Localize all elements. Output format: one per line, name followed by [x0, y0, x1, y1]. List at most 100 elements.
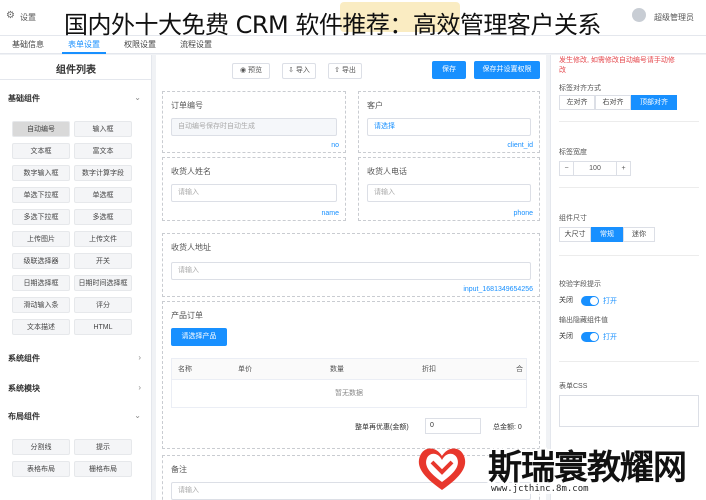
chevron-down-icon[interactable]: ⌄	[134, 93, 141, 102]
watermark-text: 斯瑞寰教耀网	[488, 448, 687, 488]
divider	[559, 361, 699, 362]
component-text-desc[interactable]: 文本描述	[12, 319, 70, 335]
top-bar: ⚙ 设置 国内外十大免费 CRM 软件推荐：高效管理客户关系 超级管理员	[0, 0, 706, 39]
customer-select[interactable]: 请选择	[367, 118, 531, 136]
eye-icon: ◉	[239, 67, 249, 74]
size-large-option[interactable]: 大尺寸	[559, 227, 591, 242]
minus-icon[interactable]: −	[560, 162, 574, 175]
component-auto-number[interactable]: 自动编号	[12, 121, 70, 137]
field-key: client_id	[507, 142, 533, 149]
save-and-permissions-button[interactable]: 保存并设置权限	[474, 61, 540, 79]
field-customer[interactable]: 客户 请选择 client_id	[358, 91, 540, 153]
tab-bar: 基础信息 表单设置 权限设置 流程设置	[0, 36, 706, 54]
component-rich-text[interactable]: 富文本	[74, 143, 132, 159]
preview-button[interactable]: ◉ 预览	[232, 63, 270, 79]
component-checkbox[interactable]: 多选框	[74, 209, 132, 225]
avatar[interactable]	[632, 8, 646, 22]
field-label: 收货人电话	[367, 167, 407, 176]
group-layout[interactable]: 布局组件	[8, 411, 40, 422]
chevron-down-icon[interactable]: ⌄	[134, 411, 141, 420]
user-menu-label[interactable]: 超级管理员	[654, 12, 694, 23]
group-modules[interactable]: 系统模块	[8, 383, 40, 394]
form-canvas: ◉ 预览 ⇩ 导入 ⇧ 导出 保存 保存并设置权限 订单编号 自动编号保存时自动…	[156, 55, 546, 500]
component-divider[interactable]: 分割线	[12, 439, 70, 455]
group-system[interactable]: 系统组件	[8, 353, 40, 364]
discount-input[interactable]: 0	[425, 418, 481, 434]
component-radio[interactable]: 单选框	[74, 187, 132, 203]
field-receiver-address[interactable]: 收货人地址 请输入 input_1681349654256	[162, 233, 540, 297]
export-button[interactable]: ⇧ 导出	[328, 63, 362, 79]
label-width-stepper[interactable]: − 100 +	[559, 161, 631, 176]
size-default-option[interactable]: 常规	[591, 227, 623, 242]
component-single-select[interactable]: 单选下拉框	[12, 187, 70, 203]
total-amount: 总金额: 0	[493, 424, 522, 431]
field-key: input_1681349654256	[463, 286, 533, 293]
field-label: 收货人地址	[171, 243, 211, 252]
receiver-phone-input[interactable]: 请输入	[367, 184, 531, 202]
divider	[559, 255, 699, 256]
field-order-number[interactable]: 订单编号 自动编号保存时自动生成 no	[162, 91, 346, 153]
component-html[interactable]: HTML	[74, 319, 132, 335]
form-css-textarea[interactable]	[559, 395, 699, 427]
import-button[interactable]: ⇩ 导入	[282, 63, 316, 79]
page-headline: 国内外十大免费 CRM 软件推荐：高效管理客户关系	[64, 11, 601, 39]
component-grid-layout[interactable]: 栅格布局	[74, 461, 132, 477]
column-header: 单价	[238, 366, 252, 373]
label-align-title: 标签对齐方式	[559, 85, 601, 92]
align-right-option[interactable]: 右对齐	[595, 95, 631, 110]
field-receiver-name[interactable]: 收货人姓名 请输入 name	[162, 157, 346, 221]
column-header: 合	[516, 366, 523, 373]
component-table-layout[interactable]: 表格布局	[12, 461, 70, 477]
size-title: 组件尺寸	[559, 215, 587, 222]
chevron-right-icon[interactable]: ›	[138, 383, 141, 392]
column-header: 折扣	[422, 366, 436, 373]
output-hidden-toggle[interactable]	[581, 332, 599, 342]
chevron-right-icon[interactable]: ›	[138, 353, 141, 362]
save-button[interactable]: 保存	[432, 61, 466, 79]
component-date-picker[interactable]: 日期选择框	[12, 275, 70, 291]
validation-title: 校验字段提示	[559, 281, 601, 288]
receiver-name-input[interactable]: 请输入	[171, 184, 337, 202]
settings-label[interactable]: 设置	[20, 12, 36, 23]
component-switch[interactable]: 开关	[74, 253, 132, 269]
component-rate[interactable]: 评分	[74, 297, 132, 313]
align-left-option[interactable]: 左对齐	[559, 95, 595, 110]
warning-text: 改	[559, 67, 566, 74]
field-label: 产品订单	[171, 311, 203, 320]
properties-panel: 发生修改, 如需修改自动编号请手动修 改 标签对齐方式 左对齐 右对齐 顶部对齐…	[550, 55, 706, 500]
label-width-value[interactable]: 100	[574, 162, 616, 175]
align-top-option[interactable]: 顶部对齐	[631, 95, 677, 110]
tab-permission-settings[interactable]: 权限设置	[118, 36, 162, 54]
order-number-input: 自动编号保存时自动生成	[171, 118, 337, 136]
field-label: 备注	[171, 465, 187, 474]
group-basic[interactable]: 基础组件	[8, 93, 40, 104]
tab-basic-info[interactable]: 基础信息	[6, 36, 50, 54]
field-label: 订单编号	[171, 101, 203, 110]
component-slider[interactable]: 滑动输入条	[12, 297, 70, 313]
form-css-title: 表单CSS	[559, 383, 588, 390]
component-number-calc[interactable]: 数字计算字段	[74, 165, 132, 181]
component-datetime-picker[interactable]: 日期时间选择框	[74, 275, 132, 291]
address-input[interactable]: 请输入	[171, 262, 531, 280]
gear-icon[interactable]: ⚙	[6, 10, 15, 21]
component-cascader[interactable]: 级联选择器	[12, 253, 70, 269]
select-product-button[interactable]: 请选择产品	[171, 328, 227, 346]
component-alert[interactable]: 提示	[74, 439, 132, 455]
component-input[interactable]: 输入框	[74, 121, 132, 137]
divider	[559, 121, 699, 122]
toggle-on-label: 打开	[603, 298, 617, 305]
component-multi-select[interactable]: 多选下拉框	[12, 209, 70, 225]
tab-flow-settings[interactable]: 流程设置	[174, 36, 218, 54]
plus-icon[interactable]: +	[616, 162, 630, 175]
validation-toggle[interactable]	[581, 296, 599, 306]
field-product-order[interactable]: 产品订单 请选择产品 名称 单价 数量 折扣 合 暂无数据 整单再优惠(金额) …	[162, 301, 540, 449]
component-textarea[interactable]: 文本框	[12, 143, 70, 159]
tab-form-settings[interactable]: 表单设置	[62, 36, 106, 54]
divider	[0, 79, 152, 80]
field-receiver-phone[interactable]: 收货人电话 请输入 phone	[358, 157, 540, 221]
warning-text: 发生修改, 如需修改自动编号请手动修	[559, 57, 675, 64]
size-mini-option[interactable]: 迷你	[623, 227, 655, 242]
component-number-input[interactable]: 数字输入框	[12, 165, 70, 181]
component-upload-file[interactable]: 上传文件	[74, 231, 132, 247]
component-upload-image[interactable]: 上传图片	[12, 231, 70, 247]
